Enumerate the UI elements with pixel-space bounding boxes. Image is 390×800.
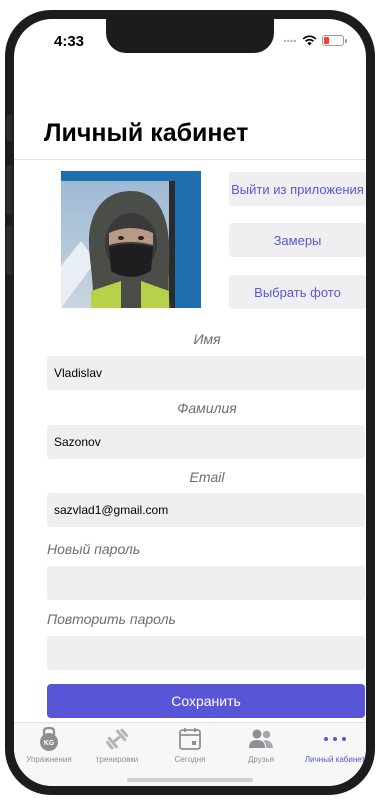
calendar-icon: [175, 725, 205, 753]
wifi-icon: [302, 35, 317, 46]
tab-label-today: Сегодня: [174, 755, 206, 764]
tab-label-profile: Личный кабинет: [304, 755, 366, 764]
repeat-password-field[interactable]: [47, 636, 365, 670]
more-icon: [320, 725, 350, 753]
notch: [106, 19, 274, 53]
status-time: 4:33: [54, 33, 85, 50]
tab-profile[interactable]: Личный кабинет: [300, 725, 366, 771]
title-divider: [14, 159, 366, 160]
new-password-label: Новый пароль: [47, 541, 141, 557]
tab-bar: KG Упражнения тренировки Сегодня Друзья …: [14, 722, 366, 786]
repeat-password-label: Повторить пароль: [47, 611, 176, 627]
battery-icon: [322, 35, 347, 46]
avatar-photo: [61, 171, 201, 308]
logout-button[interactable]: Выйти из приложения: [229, 172, 366, 206]
volume-down-button: [6, 225, 12, 275]
tab-workouts[interactable]: тренировки: [82, 725, 152, 771]
tab-exercises[interactable]: KG Упражнения: [14, 725, 84, 771]
first-name-field[interactable]: [47, 356, 365, 390]
dumbbell-icon: [102, 725, 132, 753]
first-name-label: Имя: [193, 331, 221, 347]
tab-label-exercises: Упражнения: [26, 755, 72, 764]
kettlebell-text: KG: [44, 740, 55, 747]
kettlebell-icon: KG: [34, 725, 64, 753]
volume-up-button: [6, 165, 12, 215]
status-indicators: [283, 35, 347, 46]
signal-dots-icon: [283, 39, 297, 42]
save-button[interactable]: Сохранить: [47, 684, 365, 718]
choose-photo-button[interactable]: Выбрать фото: [229, 275, 366, 309]
measurements-button[interactable]: Замеры: [229, 223, 366, 257]
avatar: [61, 171, 201, 308]
last-name-field[interactable]: [47, 425, 365, 459]
people-icon: [246, 725, 276, 753]
email-field[interactable]: [47, 493, 365, 527]
tab-today[interactable]: Сегодня: [155, 725, 225, 771]
email-label: Email: [189, 469, 225, 485]
mute-switch: [6, 115, 12, 141]
page-title: Личный кабинет: [44, 119, 249, 147]
phone-frame: 4:33 Личный кабинет Выйти из приложения …: [5, 10, 375, 795]
last-name-label: Фамилия: [177, 400, 237, 416]
new-password-field[interactable]: [47, 566, 365, 600]
tab-label-workouts: тренировки: [95, 755, 139, 764]
tab-label-friends: Друзья: [248, 755, 274, 764]
tab-friends[interactable]: Друзья: [226, 725, 296, 771]
home-indicator: [127, 778, 253, 782]
screen: 4:33 Личный кабинет Выйти из приложения …: [14, 19, 366, 786]
